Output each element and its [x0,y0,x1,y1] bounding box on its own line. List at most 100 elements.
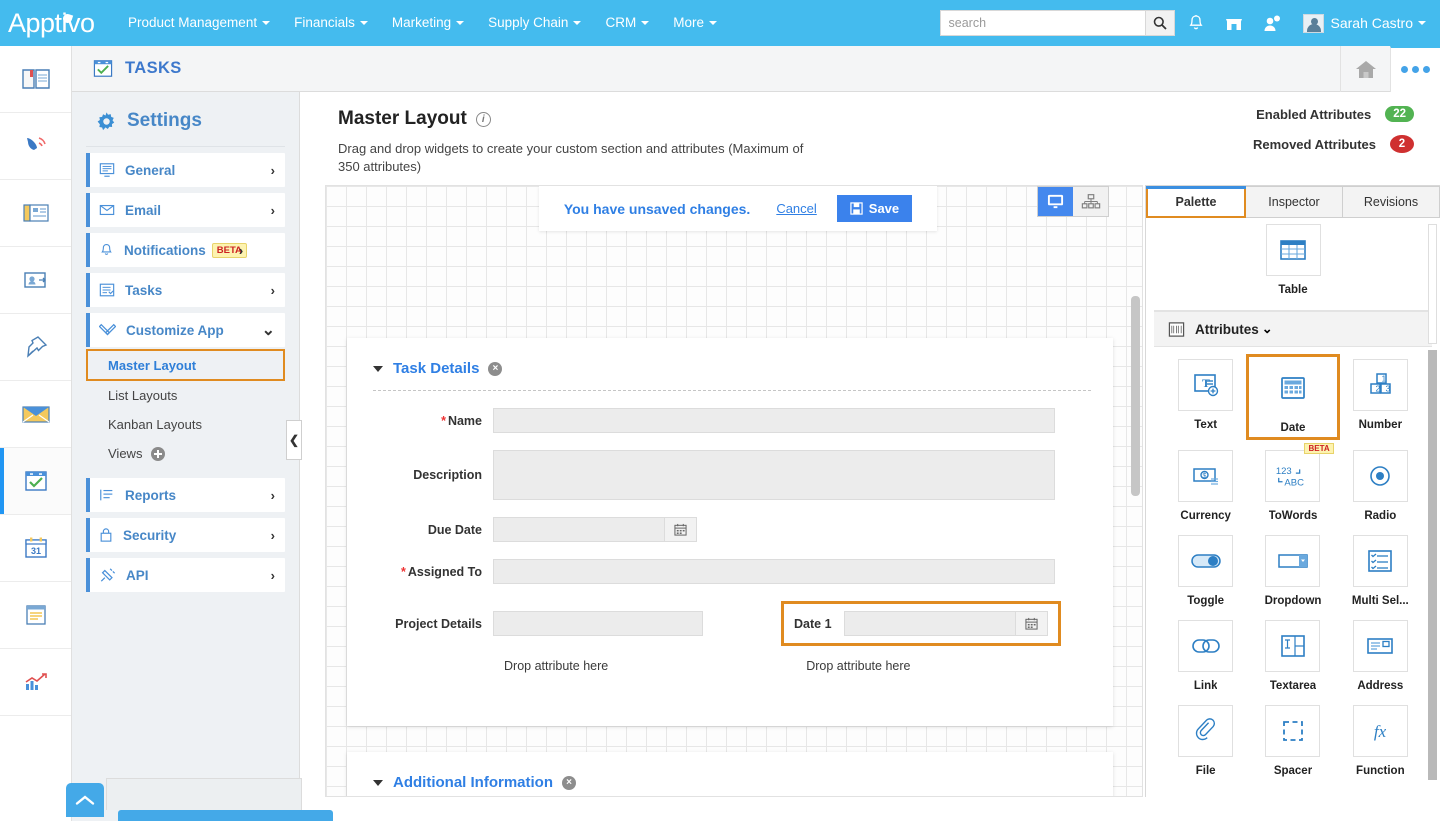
rail-item-tasks[interactable] [0,448,71,515]
section-header[interactable]: Task Details × [347,338,1113,377]
nav-item-marketing[interactable]: Marketing [380,0,476,46]
apptivo-logo[interactable]: Apptivo [0,8,110,39]
rail-item-phone[interactable] [0,113,71,180]
textarea-widget-button[interactable] [1265,620,1321,672]
tab-inspector[interactable]: Inspector [1246,186,1343,218]
palette-attr-number[interactable]: 1 2 3 Number [1337,359,1424,437]
palette-attr-spacer[interactable]: Spacer [1249,705,1336,777]
rail-item-calendar[interactable]: 31 [0,515,71,582]
palette-attr-toggle[interactable]: Toggle [1162,535,1249,607]
search-input[interactable] [939,10,1145,36]
palette-attr-date[interactable]: Date [1246,354,1340,440]
sidebar-item-email[interactable]: Email › [86,193,285,227]
layout-canvas[interactable]: You have unsaved changes. Cancel Save Ta… [325,185,1143,797]
tab-palette[interactable]: Palette [1146,186,1246,218]
date1-field-highlighted[interactable]: Date 1 [781,601,1061,646]
tree-view-button[interactable] [1073,187,1108,216]
link-widget-button[interactable] [1178,620,1234,672]
towords-widget-button[interactable]: 123 ABC [1265,450,1321,502]
nav-item-supply-chain[interactable]: Supply Chain [476,0,593,46]
rail-item-email[interactable] [0,381,71,448]
attributes-group-header[interactable]: Attributes ⌄ [1154,311,1432,347]
number-widget-button[interactable]: 1 2 3 [1352,359,1408,411]
nav-item-product-management[interactable]: Product Management [116,0,282,46]
section-header[interactable]: Additional Information × [347,752,1113,791]
expand-panel-button[interactable] [66,783,104,817]
nav-item-crm[interactable]: CRM [593,0,661,46]
date1-input[interactable] [843,611,1016,636]
address-widget-button[interactable] [1352,620,1408,672]
remove-section-icon[interactable]: × [488,361,503,376]
radio-widget-button[interactable] [1352,450,1408,502]
project-details-input[interactable] [493,611,703,636]
sidebar-item-notifications[interactable]: Notifications BETA › [86,233,285,267]
sidebar-item-security[interactable]: Security › [86,518,285,552]
sidebar-item-reports[interactable]: Reports › [86,478,285,512]
rail-item-book[interactable] [0,46,71,113]
remove-section-icon[interactable]: × [561,775,576,790]
palette-attr-multi-select[interactable]: Multi Sel... [1337,535,1424,607]
multiselect-widget-button[interactable] [1352,535,1408,587]
desktop-view-button[interactable] [1038,187,1073,216]
sidebar-subitem-master-layout[interactable]: Master Layout [86,349,285,381]
text-widget-button[interactable]: T [1178,359,1234,411]
palette-attr-radio[interactable]: Radio [1337,450,1424,522]
marketplace-button[interactable] [1217,0,1251,46]
palette-scrollbar-top[interactable] [1428,224,1437,344]
sidebar-collapse-handle[interactable]: ❮ [286,420,302,460]
sidebar-item-customize-app[interactable]: Customize App ⌄ [86,313,285,347]
date-widget-button[interactable] [1265,362,1321,414]
info-icon[interactable]: i [475,111,491,127]
rail-item-news[interactable] [0,180,71,247]
save-button[interactable]: Save [836,195,913,222]
table-widget-button[interactable] [1265,224,1321,276]
rail-item-pin[interactable] [0,314,71,381]
currency-widget-button[interactable]: $ [1178,450,1234,502]
user-menu[interactable]: Sarah Castro [1295,13,1426,33]
sidebar-subitem-list-layouts[interactable]: List Layouts [86,381,285,410]
drop-hint-left[interactable]: Drop attribute here [504,659,608,673]
palette-attr-function[interactable]: fx Function [1337,705,1424,777]
dropdown-widget-button[interactable] [1265,535,1321,587]
palette-attr-text[interactable]: T Text [1162,359,1249,437]
cancel-link[interactable]: Cancel [776,201,816,216]
palette-attr-towords[interactable]: BETA 123 ABC ToWords [1249,443,1336,522]
home-button[interactable] [1340,45,1390,92]
drop-hint-right[interactable]: Drop attribute here [806,659,910,673]
palette-scrollbar-thumb[interactable] [1428,350,1437,780]
palette-attr-textarea[interactable]: Textarea [1249,620,1336,692]
date1-calendar-button[interactable] [1015,611,1048,636]
canvas-scrollbar[interactable] [1131,296,1140,496]
assigned-to-input[interactable] [493,559,1055,584]
rail-item-analytics[interactable] [0,649,71,716]
tab-revisions[interactable]: Revisions [1343,186,1440,218]
palette-attr-address[interactable]: Address [1337,620,1424,692]
nav-item-more[interactable]: More [661,0,729,46]
sidebar-item-tasks[interactable]: Tasks › [86,273,285,307]
nav-item-financials[interactable]: Financials [282,0,380,46]
sidebar-item-general[interactable]: General › [86,153,285,187]
function-widget-button[interactable]: fx [1352,705,1408,757]
due-date-calendar-button[interactable] [665,517,697,542]
rail-item-contacts[interactable] [0,247,71,314]
sidebar-subitem-kanban-layouts[interactable]: Kanban Layouts [86,410,285,439]
spacer-widget-button[interactable] [1265,705,1321,757]
more-options-button[interactable] [1390,45,1440,92]
description-input[interactable] [493,450,1055,500]
sidebar-subitem-views[interactable]: Views [86,439,285,468]
search-button[interactable] [1144,10,1175,36]
file-widget-button[interactable] [1178,705,1234,757]
palette-attr-link[interactable]: Link [1162,620,1249,692]
toggle-widget-button[interactable] [1178,535,1234,587]
palette-widget-table[interactable]: Table [1154,218,1432,311]
palette-attr-file[interactable]: File [1162,705,1249,777]
sidebar-item-api[interactable]: API › [86,558,285,592]
name-input[interactable] [493,408,1055,433]
palette-attr-currency[interactable]: $ Currency [1162,450,1249,522]
rail-item-notes[interactable] [0,582,71,649]
palette-attr-dropdown[interactable]: Dropdown [1249,535,1336,607]
add-user-button[interactable] [1255,0,1289,46]
add-view-icon[interactable] [151,446,166,461]
notifications-button[interactable] [1179,0,1213,46]
due-date-input[interactable] [493,517,665,542]
